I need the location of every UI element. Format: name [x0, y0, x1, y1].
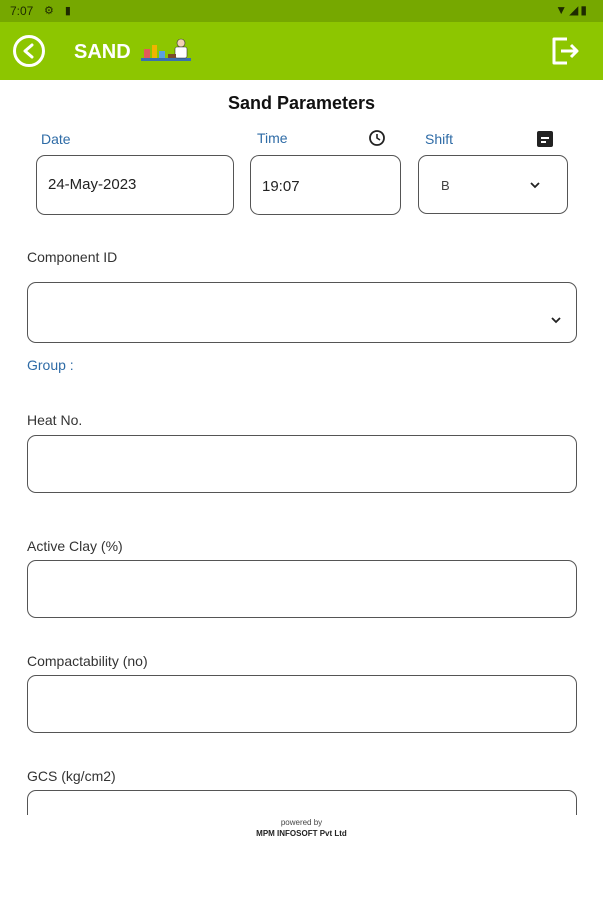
group-label: Group : [27, 357, 74, 373]
status-time: 7:07 [10, 4, 34, 18]
component-id-select[interactable] [27, 282, 577, 343]
compactability-label: Compactability (no) [27, 653, 148, 669]
shift-value: B [441, 178, 450, 193]
battery-icon: ▮ [580, 3, 589, 17]
gcs-input[interactable] [27, 790, 577, 815]
logout-button[interactable] [549, 35, 581, 67]
app-title: SAND [74, 41, 131, 63]
chevron-down-icon [551, 317, 561, 324]
back-icon [23, 43, 34, 59]
footer: powered by MPM INFOSOFT Pvt Ltd [0, 818, 603, 838]
time-value: 19:07 [262, 178, 300, 195]
heat-no-label: Heat No. [27, 412, 83, 428]
clock-icon[interactable] [368, 129, 386, 147]
time-field[interactable]: 19:07 [250, 155, 401, 215]
shift-select[interactable]: B [418, 155, 568, 214]
gcs-label: GCS (kg/cm2) [27, 768, 116, 784]
system-icons: ▼◢▮ [555, 3, 589, 17]
status-bar: 7:07 ⚙ ▮ ▼◢▮ [0, 0, 603, 22]
notification-icons: ⚙ ▮ [44, 5, 75, 17]
date-field[interactable]: 24-May-2023 [36, 155, 234, 215]
logout-icon [552, 37, 579, 65]
company-name: MPM INFOSOFT Pvt Ltd [256, 829, 347, 838]
calendar-icon[interactable] [537, 131, 553, 147]
signal-icon: ◢ [569, 3, 581, 17]
chevron-down-icon [530, 182, 540, 189]
active-clay-label: Active Clay (%) [27, 538, 123, 554]
app-bar: SAND [0, 22, 603, 80]
component-id-label: Component ID [27, 249, 118, 265]
back-button[interactable] [13, 35, 45, 67]
active-clay-input[interactable] [27, 560, 577, 618]
date-label: Date [41, 131, 71, 147]
page-title: Sand Parameters [227, 93, 376, 113]
compactability-input[interactable] [27, 675, 577, 733]
gcs-clip [0, 790, 603, 815]
shift-label: Shift [425, 131, 454, 147]
wifi-icon: ▼ [555, 3, 570, 17]
powered-by-text: powered by [280, 818, 323, 827]
logo-icon [141, 38, 191, 61]
date-value: 24-May-2023 [48, 176, 137, 193]
heat-no-input[interactable] [27, 435, 577, 493]
time-label: Time [257, 130, 288, 146]
